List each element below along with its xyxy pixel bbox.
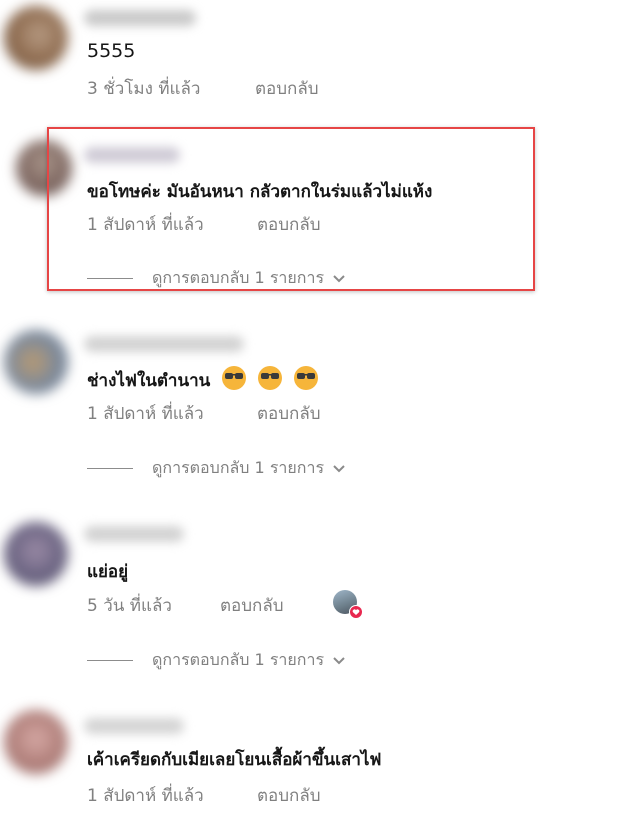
sunglasses-emoji-icon: [258, 366, 283, 390]
commenter-name-blurred[interactable]: [84, 336, 244, 352]
comment-timestamp: 3 ชั่วโมง ที่แล้ว: [87, 79, 201, 99]
sunglasses-emoji-icon: [294, 366, 319, 390]
avatar[interactable]: [4, 710, 68, 774]
liker-avatar[interactable]: [333, 590, 363, 619]
comment-timestamp: 1 สัปดาห์ ที่แล้ว: [87, 404, 204, 424]
highlight-box: [47, 127, 535, 291]
commenter-name-blurred[interactable]: [84, 526, 184, 542]
comment-item: 5555 3 ชั่วโมง ที่แล้ว ตอบกลับ: [0, 0, 620, 110]
divider-line: [87, 659, 133, 661]
avatar[interactable]: [4, 6, 68, 70]
heart-icon: [349, 605, 363, 619]
avatar[interactable]: [4, 522, 68, 586]
comment-text-label: ช่างไฟในตำนาน: [87, 371, 211, 391]
comment-text: แย่อยู่: [87, 562, 129, 582]
comment-item: เค้าเครียดกับเมียเลยโยนเสื้อผ้าขึ้นเสาไฟ…: [0, 700, 620, 816]
reply-button[interactable]: ตอบกลับ: [257, 400, 321, 427]
view-replies-button[interactable]: ดูการตอบกลับ 1 รายการ: [87, 650, 346, 670]
comment-timestamp: 5 วัน ที่แล้ว: [87, 596, 172, 616]
sunglasses-emoji-icon: [222, 366, 247, 390]
chevron-down-icon: [333, 657, 345, 665]
reply-button[interactable]: ตอบกลับ: [257, 782, 321, 809]
comment-text: เค้าเครียดกับเมียเลยโยนเสื้อผ้าขึ้นเสาไฟ: [87, 750, 382, 770]
comment-item: ช่างไฟในตำนาน 1 สัปดาห์ ที่แล้ว ตอบกลับ …: [0, 318, 620, 488]
reply-button[interactable]: ตอบกลับ: [255, 75, 319, 102]
reply-button[interactable]: ตอบกลับ: [220, 592, 284, 619]
comment-timestamp: 1 สัปดาห์ ที่แล้ว: [87, 786, 204, 806]
comment-item: แย่อยู่ 5 วัน ที่แล้ว ตอบกลับ ดูการตอบกล…: [0, 508, 620, 678]
divider-line: [87, 467, 133, 469]
comment-text: ช่างไฟในตำนาน: [87, 366, 319, 394]
view-replies-label: ดูการตอบกลับ 1 รายการ: [152, 649, 325, 669]
avatar[interactable]: [4, 330, 68, 394]
commenter-name-blurred[interactable]: [84, 718, 184, 734]
view-replies-button[interactable]: ดูการตอบกลับ 1 รายการ: [87, 458, 346, 478]
chevron-down-icon: [333, 465, 345, 473]
comment-text: 5555: [87, 40, 136, 62]
view-replies-label: ดูการตอบกลับ 1 รายการ: [152, 457, 325, 477]
commenter-name-blurred[interactable]: [84, 10, 196, 26]
